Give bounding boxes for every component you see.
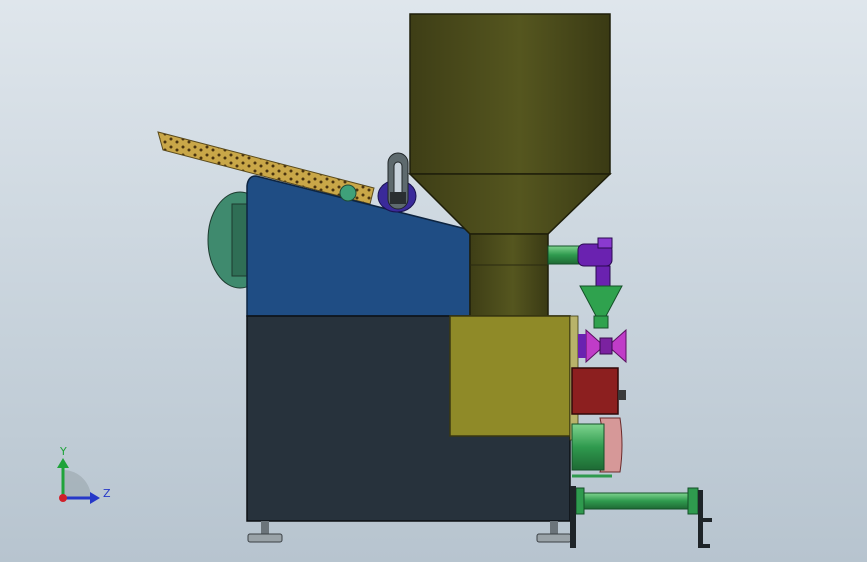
cad-viewport[interactable]: Y Z <box>0 0 867 562</box>
funnel-spout <box>593 315 609 329</box>
machine-drawing[interactable]: Y Z <box>0 0 867 562</box>
left-foot-stem <box>261 521 269 535</box>
motor-hub <box>231 203 249 277</box>
y-axis-label: Y <box>59 445 67 458</box>
z-axis-label: Z <box>103 487 111 500</box>
hopper-body[interactable] <box>409 13 611 175</box>
right-leg-foot <box>698 518 712 522</box>
valve-cap <box>597 237 613 249</box>
left-leg-bracket <box>570 486 576 548</box>
right-foot[interactable] <box>536 533 572 543</box>
bottom-pipe-flange-right <box>687 487 699 515</box>
pink-valve-flange <box>578 334 586 358</box>
upper-pipe[interactable] <box>547 245 581 265</box>
green-cylinder[interactable] <box>571 423 605 471</box>
red-housing[interactable] <box>571 367 619 415</box>
wheel-slot <box>393 161 403 197</box>
bottom-pipe[interactable] <box>579 492 695 510</box>
y-axis-arrow <box>57 458 69 468</box>
right-leg-base <box>698 544 710 548</box>
valve-stem <box>595 265 611 287</box>
bottom-pipe-flange-left <box>575 487 585 515</box>
left-foot[interactable] <box>247 533 283 543</box>
hopper-neck[interactable] <box>469 233 549 317</box>
pink-valve-hub <box>599 337 613 355</box>
right-foot-stem <box>550 521 558 535</box>
red-housing-tab <box>618 390 626 400</box>
dosing-funnel[interactable] <box>579 285 623 317</box>
wheel-axle-block <box>390 192 406 204</box>
triad-arc <box>63 470 91 498</box>
axis-triad[interactable]: Y Z <box>57 445 111 504</box>
tension-roller[interactable] <box>339 184 357 202</box>
x-axis-dot <box>59 494 67 502</box>
feed-box[interactable] <box>449 315 571 437</box>
z-axis-arrow <box>90 492 100 504</box>
